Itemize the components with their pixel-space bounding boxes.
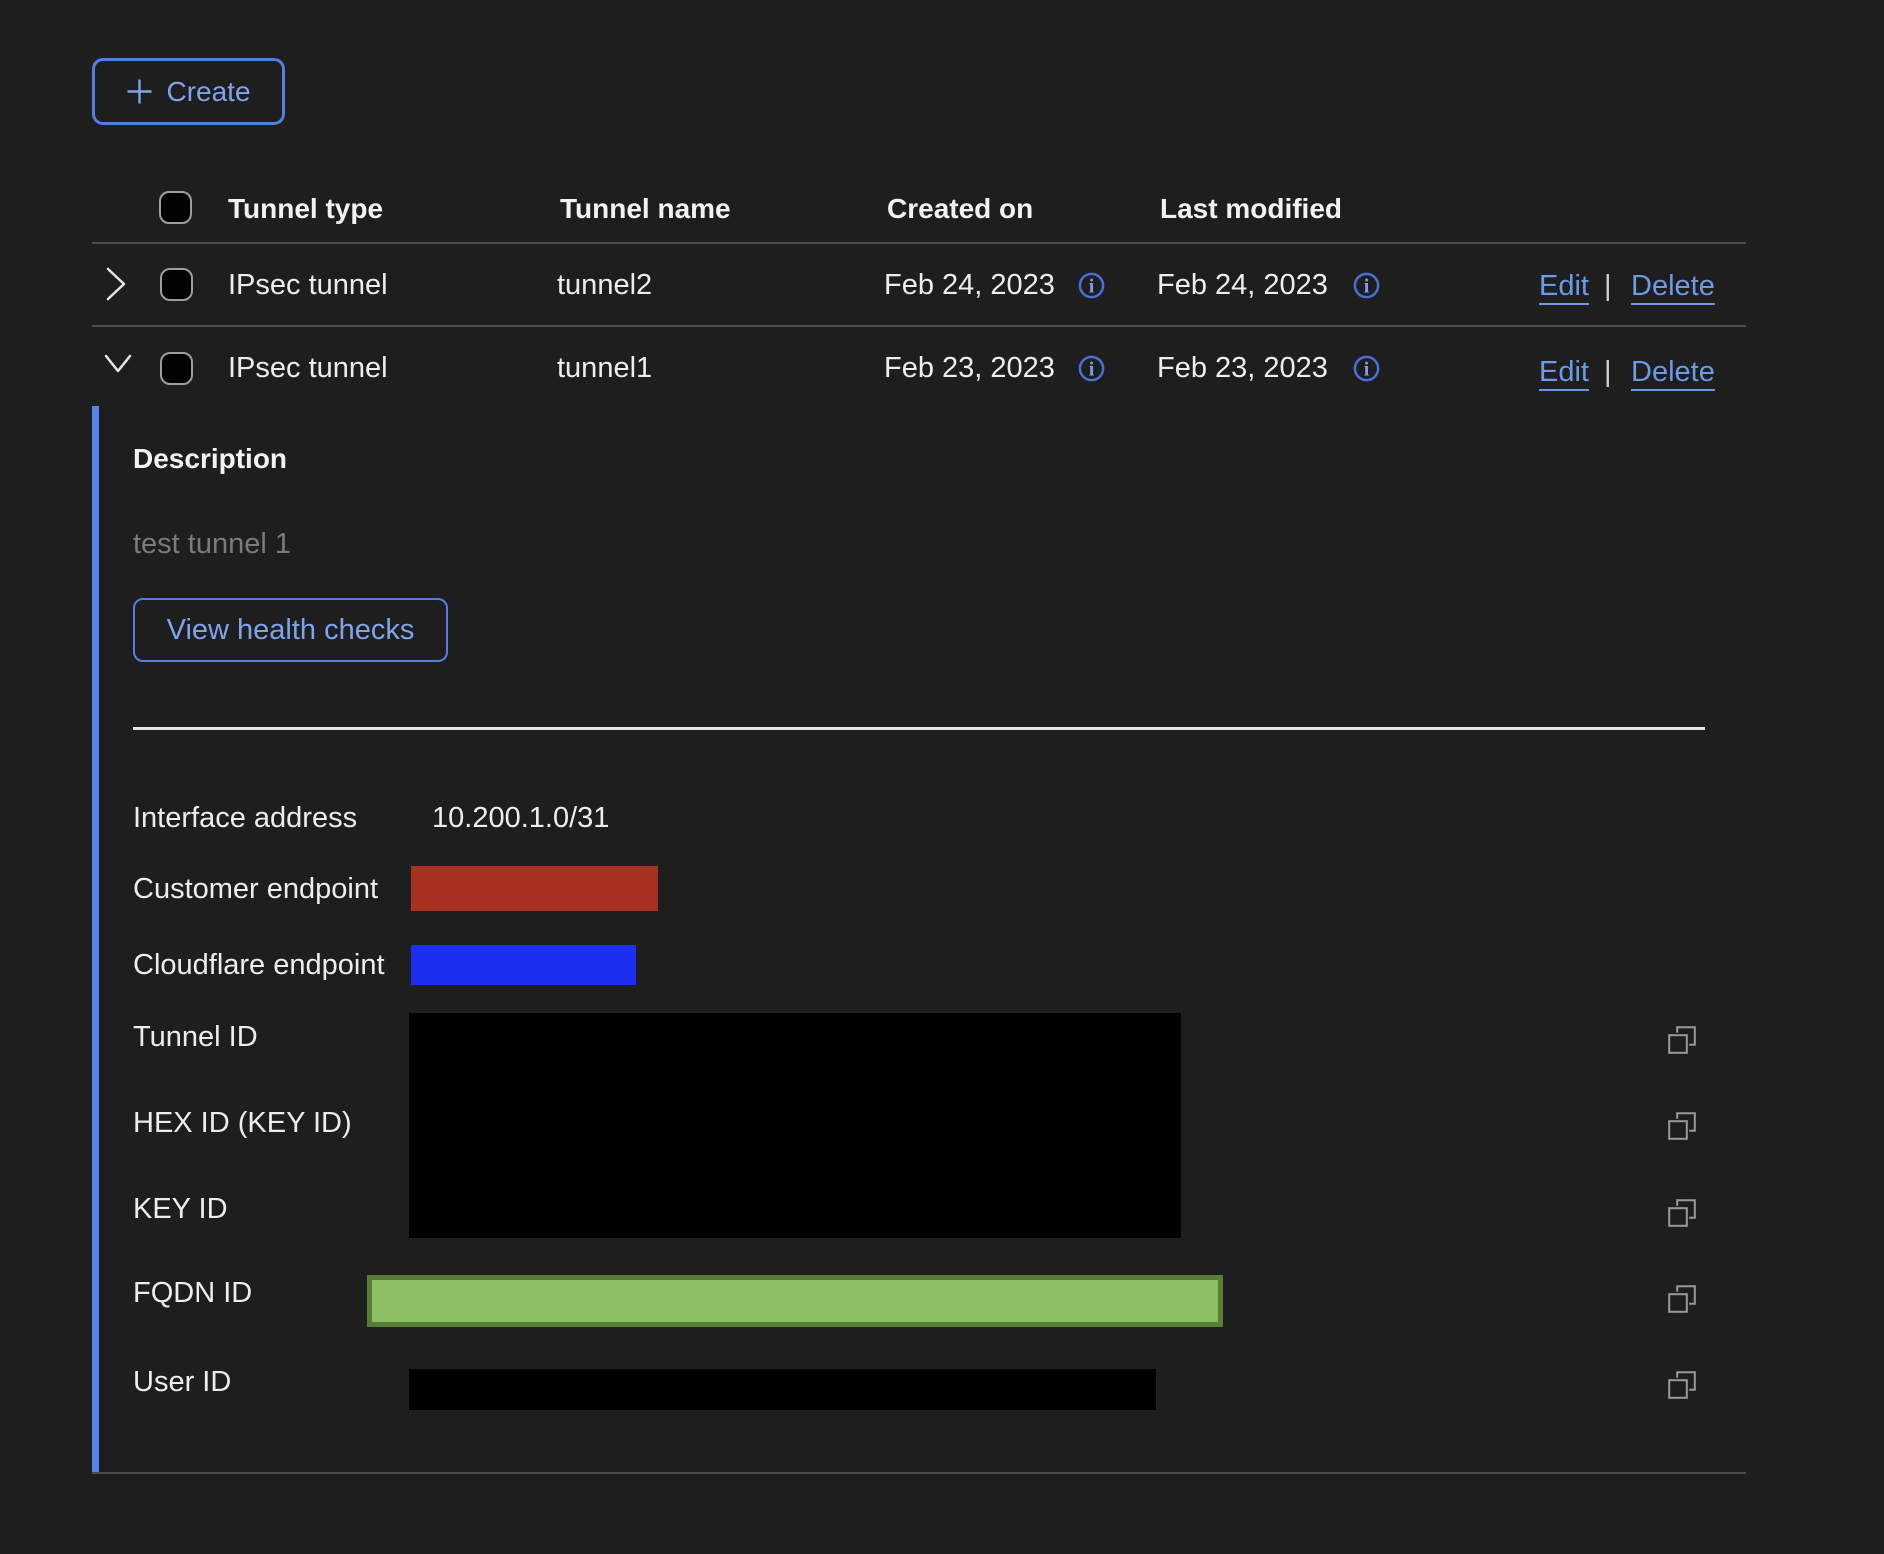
svg-text:i: i bbox=[1364, 358, 1370, 380]
svg-text:i: i bbox=[1364, 275, 1370, 297]
svg-text:i: i bbox=[1089, 275, 1095, 297]
svg-text:i: i bbox=[1089, 358, 1095, 380]
